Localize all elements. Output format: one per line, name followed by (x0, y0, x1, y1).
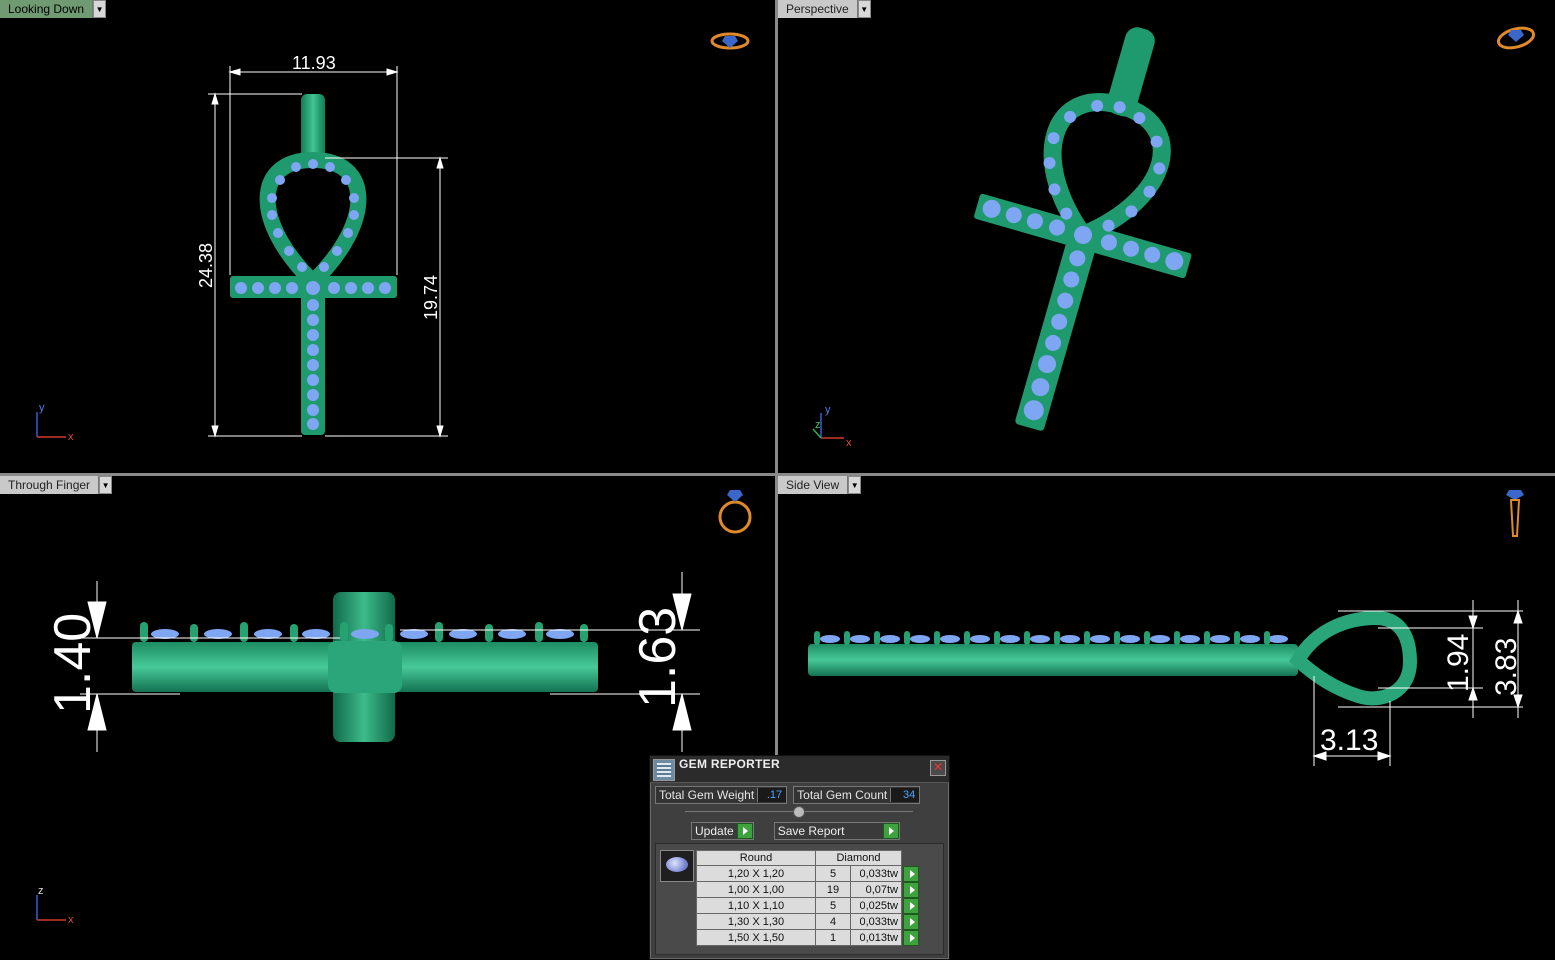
play-icon[interactable] (736, 823, 753, 839)
viewport-tab-through-finger[interactable]: Through Finger ▼ (0, 476, 113, 494)
axis-indicator (36, 412, 66, 438)
total-gem-weight-value: .17 (757, 788, 787, 802)
gem-count: 4 (815, 913, 851, 930)
gem-size: 1,50 X 1,50 (696, 929, 816, 946)
select-row-icon[interactable] (903, 929, 919, 946)
chevron-down-icon[interactable]: ▼ (857, 0, 871, 18)
gem-size: 1,00 X 1,00 (696, 881, 816, 898)
table-row[interactable]: 1,00 X 1,00 19 0,07tw (696, 881, 920, 898)
select-row-icon[interactable] (903, 881, 919, 898)
viewport-label: Side View (778, 476, 849, 494)
gem-weight: 0,07tw (850, 881, 902, 898)
ring-orientation-icon[interactable] (710, 32, 750, 50)
gem-weight: 0,033tw (850, 913, 902, 930)
total-gem-weight-field: Total Gem Weight .17 (655, 786, 788, 804)
update-button-label: Update (695, 824, 734, 838)
pendant-stem (1015, 232, 1098, 431)
select-row-icon[interactable] (903, 897, 919, 914)
gem-weight: 0,033tw (850, 865, 902, 882)
gem-reporter-titlebar[interactable]: GEM REPORTER ✕ (650, 756, 949, 783)
select-row-icon[interactable] (903, 865, 919, 882)
viewport-tab-side-view[interactable]: Side View ▼ (778, 476, 862, 494)
gem-count: 5 (815, 897, 851, 914)
table-row[interactable]: 1,50 X 1,50 1 0,013tw (696, 929, 920, 946)
gem-weight: 0,013tw (850, 929, 902, 946)
viewport-tab-looking-down[interactable]: Looking Down ▼ (0, 0, 107, 18)
table-row[interactable]: 1,10 X 1,10 5 0,025tw (696, 897, 920, 914)
axis-x-label: x (68, 431, 74, 443)
total-gem-count-field: Total Gem Count 34 (793, 786, 921, 804)
viewport-tab-perspective[interactable]: Perspective ▼ (778, 0, 871, 18)
dim-right-thickness: 1.63 (629, 607, 687, 708)
save-report-button[interactable]: Save Report (773, 822, 900, 840)
looking-down-canvas: 11.93 24.38 19.74 y x (36, 32, 750, 443)
collapse-toggle[interactable] (793, 806, 805, 818)
gem-size: 1,10 X 1,10 (696, 897, 816, 914)
pendant-side-icon[interactable] (1506, 490, 1524, 537)
update-button[interactable]: Update (691, 822, 754, 840)
column-header-material: Diamond (815, 850, 902, 866)
gem-reporter-panel[interactable]: GEM REPORTER ✕ Total Gem Weight .17 Tota… (649, 755, 950, 960)
gem-weight: 0,025tw (850, 897, 902, 914)
save-report-button-label: Save Report (777, 824, 845, 838)
report-icon (653, 759, 675, 781)
viewport-looking-down[interactable]: Looking Down ▼ 11.93 24.38 19.74 y x (0, 0, 775, 473)
dim-bail-width: 3.13 (1320, 724, 1378, 757)
dim-bail-outer: 3.83 (1490, 638, 1523, 696)
axis-indicator (36, 895, 66, 921)
close-icon[interactable]: ✕ (930, 760, 946, 776)
column-header-shape: Round (696, 850, 816, 866)
gem-size: 1,30 X 1,30 (696, 913, 816, 930)
gem-count: 19 (815, 881, 851, 898)
axis-z-label: z (38, 885, 44, 897)
round-diamond-icon[interactable] (660, 850, 694, 882)
dim-left-thickness: 1.40 (44, 613, 102, 714)
gem-size: 1,20 X 1,20 (696, 865, 816, 882)
gem-count: 5 (815, 865, 851, 882)
total-gem-count-value: 34 (890, 788, 920, 802)
chevron-down-icon[interactable]: ▼ (99, 476, 113, 494)
select-row-icon[interactable] (903, 913, 919, 930)
table-row[interactable]: 1,20 X 1,20 5 0,033tw (696, 865, 920, 882)
ring-front-icon[interactable] (718, 490, 752, 534)
total-gem-count-label: Total Gem Count (797, 788, 888, 802)
viewport-label: Looking Down (0, 0, 94, 18)
chevron-down-icon[interactable]: ▼ (93, 0, 107, 18)
play-icon[interactable] (882, 823, 899, 839)
dim-lower: 19.74 (421, 275, 441, 320)
pendant-bail-loop (1289, 610, 1418, 706)
gem-stones (982, 99, 1184, 421)
gem-table-container: Round Diamond 1,20 X 1,20 5 0,033tw 1,00… (655, 843, 944, 955)
viewport-perspective[interactable]: Perspective ▼ y x z (778, 0, 1555, 473)
gem-reporter-title: GEM REPORTER (679, 757, 780, 771)
total-gem-weight-label: Total Gem Weight (659, 788, 755, 802)
dim-width: 11.93 (292, 53, 336, 73)
chevron-down-icon[interactable]: ▼ (848, 476, 862, 494)
perspective-canvas: y x z (812, 25, 1536, 449)
header-spacer (901, 850, 920, 866)
pendant-body (808, 644, 1298, 676)
viewport-label: Perspective (778, 0, 858, 18)
axis-y-label: y (39, 402, 45, 414)
viewport-label: Through Finger (0, 476, 100, 494)
pendant-bail-front (328, 641, 402, 693)
gem-count: 1 (815, 929, 851, 946)
dimension-lines (208, 66, 448, 438)
axis-x-label: x (68, 914, 74, 926)
ring-orientation-icon[interactable] (1496, 25, 1536, 52)
axis-y-label: y (825, 404, 831, 416)
gem-table: Round Diamond 1,20 X 1,20 5 0,033tw 1,00… (696, 850, 920, 946)
axis-x-label: x (846, 437, 852, 449)
table-row[interactable]: 1,30 X 1,30 4 0,033tw (696, 913, 920, 930)
dim-bail-inner: 1.94 (1442, 634, 1475, 692)
axis-z-label: z (815, 419, 821, 431)
dim-height: 24.38 (196, 243, 216, 288)
